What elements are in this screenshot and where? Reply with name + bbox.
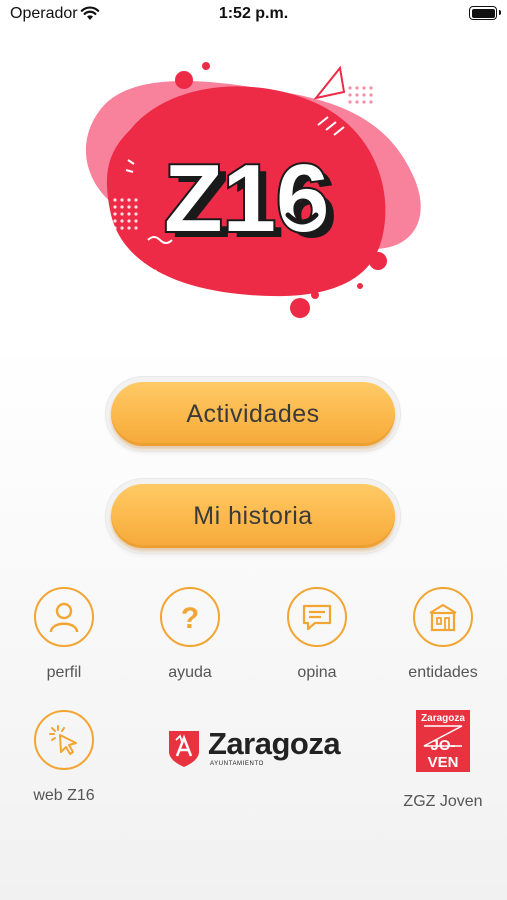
zaragoza-shield-icon bbox=[169, 731, 199, 767]
status-bar: Operador 1:52 p.m. bbox=[0, 0, 507, 30]
zgz-joven-label: ZGZ Joven bbox=[403, 793, 483, 810]
perfil-button[interactable]: perfil bbox=[9, 587, 119, 682]
zgz-joven-button[interactable]: Zaragoza JO- VEN ZGZ Joven bbox=[383, 710, 503, 811]
z16-logo: Z16 Z16 bbox=[85, 62, 421, 318]
zgz-joven-badge-line2: VEN bbox=[428, 754, 459, 771]
opina-button[interactable]: opina bbox=[262, 587, 372, 682]
mi-historia-button[interactable]: Mi historia bbox=[106, 479, 400, 553]
mi-historia-button-label: Mi historia bbox=[111, 484, 395, 548]
perfil-label: perfil bbox=[46, 664, 82, 681]
clock: 1:52 p.m. bbox=[218, 5, 289, 22]
ayuda-label: ayuda bbox=[168, 664, 212, 681]
entidades-button[interactable]: entidades bbox=[388, 587, 498, 682]
question-icon: ? bbox=[160, 587, 220, 647]
opina-label: opina bbox=[297, 664, 337, 681]
zaragoza-sub: AYUNTAMIENTO bbox=[210, 761, 264, 767]
building-icon bbox=[413, 587, 473, 647]
battery-icon bbox=[469, 6, 501, 20]
web-z16-button[interactable]: web Z16 bbox=[9, 710, 119, 805]
logo-text: Z16 bbox=[164, 145, 329, 252]
svg-text:?: ? bbox=[181, 602, 199, 634]
zgz-joven-badge-line1: JO- bbox=[430, 737, 455, 754]
zaragoza-name: Zaragoza bbox=[208, 726, 341, 761]
speech-bubble-icon bbox=[287, 587, 347, 647]
entidades-label: entidades bbox=[408, 664, 478, 681]
user-icon bbox=[34, 587, 94, 647]
cursor-click-icon bbox=[34, 710, 94, 770]
web-z16-label: web Z16 bbox=[33, 787, 95, 804]
ayuda-button[interactable]: ? ayuda bbox=[135, 587, 245, 682]
zaragoza-ayuntamiento-logo[interactable]: Zaragoza AYUNTAMIENTO bbox=[166, 726, 346, 776]
actividades-button[interactable]: Actividades bbox=[106, 377, 400, 451]
zgz-joven-badge-top: Zaragoza bbox=[421, 713, 465, 724]
actividades-button-label: Actividades bbox=[111, 382, 395, 446]
zgz-joven-badge-icon: Zaragoza JO- VEN bbox=[416, 710, 470, 772]
